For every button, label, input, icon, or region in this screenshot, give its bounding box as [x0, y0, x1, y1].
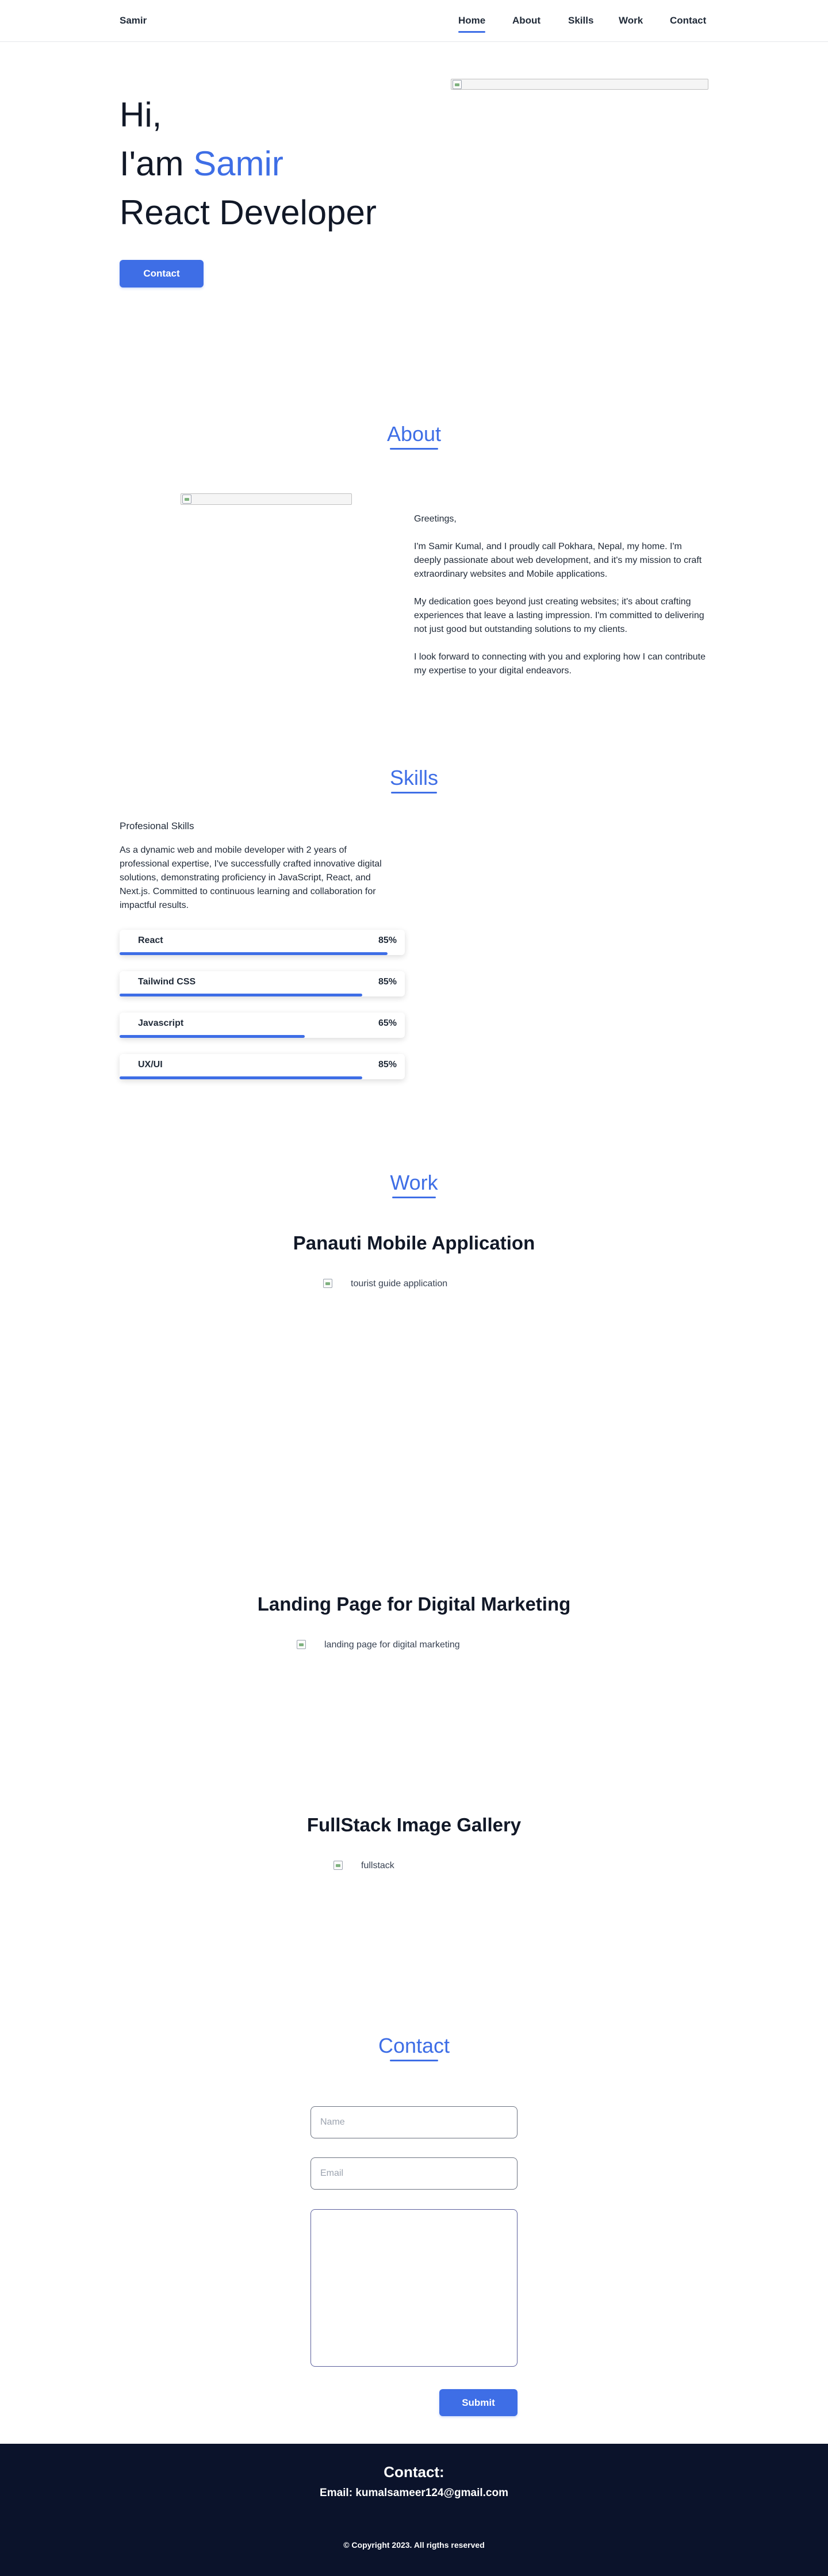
skill-name: Javascript [138, 1018, 184, 1028]
nav-link-home[interactable]: Home [458, 15, 486, 33]
active-nav-indicator [458, 31, 486, 33]
about-title-underline [390, 448, 438, 450]
footer-email[interactable]: Email: kumalsameer124@gmail.com [0, 2487, 828, 2500]
name-input[interactable] [310, 2106, 518, 2138]
about-title: About [386, 422, 442, 446]
hero-greeting: Hi, [120, 95, 162, 134]
project-image-broken: fullstack [334, 1861, 394, 1871]
hero-name: Samir [193, 144, 283, 183]
skill-card-javascript: Javascript 65% [120, 1013, 405, 1038]
project-title: FullStack Image Gallery [306, 1814, 522, 1835]
skill-percent: 85% [378, 936, 397, 945]
navbar: Samir Home About Skills Work Contact [0, 0, 828, 42]
about-paragraph: I look forward to connecting with you an… [414, 652, 706, 676]
broken-image-icon [182, 494, 191, 504]
nav-link-home-label: Home [458, 15, 486, 26]
contact-title: Contact [378, 2034, 450, 2057]
footer-heading: Contact: [384, 2463, 444, 2481]
hero-intro: I'am Samir [120, 144, 283, 184]
hero-contact-button[interactable]: Contact [120, 260, 204, 288]
skills-title: Skills [389, 766, 438, 789]
broken-image-icon [453, 80, 462, 89]
broken-image-icon [297, 1640, 306, 1649]
skill-name: Tailwind CSS [138, 977, 196, 987]
nav-link-about[interactable]: About [512, 15, 540, 26]
nav-link-skills[interactable]: Skills [568, 15, 593, 26]
skill-percent: 85% [378, 1060, 397, 1070]
contact-title-underline [390, 2060, 438, 2061]
skill-progress-bar [120, 952, 388, 955]
footer: Contact: Email: kumalsameer124@gmail.com… [0, 2444, 828, 2576]
footer-copyright: © Copyright 2023. All rigths reserved [343, 2540, 485, 2550]
work-title: Work [390, 1171, 438, 1194]
project-title: Panauti Mobile Application [293, 1232, 535, 1254]
skill-name: UX/UI [138, 1060, 163, 1070]
skill-percent: 85% [378, 977, 397, 987]
broken-image-icon [323, 1279, 332, 1288]
about-paragraph: My dedication goes beyond just creating … [414, 597, 704, 634]
about-paragraph: Greetings, [414, 514, 457, 524]
skills-description: As a dynamic web and mobile developer wi… [120, 845, 382, 910]
brand-logo[interactable]: Samir [120, 15, 147, 26]
skill-progress-bar [120, 1076, 362, 1079]
hero-intro-prefix: I'am [120, 144, 194, 183]
hero-image-broken [451, 79, 708, 90]
broken-image-icon [334, 1861, 343, 1870]
skill-name: React [138, 936, 163, 945]
project-image-alt: fullstack [361, 1861, 394, 1870]
email-input[interactable] [310, 2157, 518, 2190]
about-image-broken [181, 493, 352, 505]
skill-progress-bar [120, 1035, 305, 1038]
skill-progress-bar [120, 994, 362, 996]
project-image-alt: tourist guide application [351, 1279, 448, 1289]
skill-card-tailwind: Tailwind CSS 85% [120, 971, 405, 996]
hero-role: React Developer [120, 193, 377, 232]
submit-button[interactable]: Submit [439, 2389, 518, 2416]
skill-percent: 65% [378, 1018, 397, 1028]
skill-card-react: React 85% [120, 930, 405, 955]
project-image-broken: tourist guide application [323, 1279, 447, 1289]
skills-title-underline [391, 792, 437, 793]
nav-link-contact[interactable]: Contact [670, 15, 706, 26]
about-text: Greetings, I'm Samir Kumal, and I proudl… [414, 512, 710, 692]
nav-link-work[interactable]: Work [619, 15, 643, 26]
work-title-underline [392, 1197, 436, 1198]
skill-card-uxui: UX/UI 85% [120, 1054, 405, 1079]
project-image-alt: landing page for digital marketing [324, 1640, 460, 1650]
message-textarea[interactable] [310, 2209, 518, 2367]
project-title: Landing Page for Digital Marketing [257, 1593, 571, 1615]
skills-subtitle: Profesional Skills [120, 821, 194, 831]
project-image-broken: landing page for digital marketing [297, 1640, 460, 1650]
about-paragraph: I'm Samir Kumal, and I proudly call Pokh… [414, 542, 702, 579]
